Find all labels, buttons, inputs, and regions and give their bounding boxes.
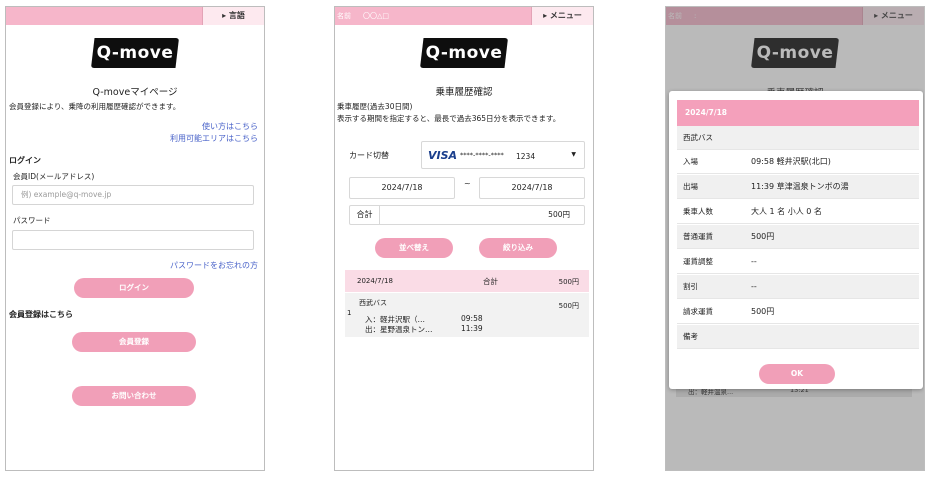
modal-detail-row: 備考 (677, 325, 919, 349)
date-from-input[interactable]: 2024/7/18 (349, 177, 455, 199)
ride-history-screen: 名前 〇〇△□ ▸ メニュー Q-move 乗車履歴確認 乗車履歴(過去30日間)… (334, 6, 594, 471)
modal-detail-row: 普通運賃 500円 (677, 225, 919, 249)
howto-link[interactable]: 使い方はこちら (202, 121, 258, 132)
login-screen: ▸ 言語 Q-move Q-moveマイページ 会員登録により、乗降の利用履歴確… (5, 6, 265, 471)
modal-detail-label: 入場 (683, 157, 698, 166)
sort-button[interactable]: 並べ替え (375, 238, 453, 258)
modal-detail-label: 普通運賃 (683, 232, 713, 241)
modal-detail-row: 入場 09:58 軽井沢駅(北口) (677, 150, 919, 174)
history-list-header: 2024/7/18 合計 500円 (345, 270, 589, 292)
qmove-logo: Q-move (91, 38, 179, 68)
modal-detail-label: 出場 (683, 182, 698, 191)
total-row: 合計 500円 (349, 205, 585, 225)
header-bar: 名前 〇〇△□ ▸ メニュー (335, 7, 593, 25)
chevron-down-icon: ▼ (571, 151, 576, 158)
password-input[interactable] (12, 230, 254, 250)
visa-logo: VISA (428, 149, 458, 162)
item-in-time: 09:58 (461, 314, 483, 323)
modal-date: 2024/7/18 (685, 108, 728, 117)
modal-detail-row: 乗車人数 大人 1 名 小人 0 名 (677, 200, 919, 224)
list-date: 2024/7/18 (357, 277, 393, 285)
modal-detail-label: 請求運賃 (683, 307, 713, 316)
card-last4: 1234 (516, 152, 536, 161)
modal-company-row: 西武バス (677, 126, 919, 150)
total-value: 500円 (548, 210, 570, 219)
modal-detail-row: 運賃調整 -- (677, 250, 919, 274)
modal-date-header: 2024/7/18 (677, 100, 919, 126)
modal-detail-value: -- (751, 257, 757, 266)
card-switch-label: カード切替 (349, 151, 389, 160)
date-to-input[interactable]: 2024/7/18 (479, 177, 585, 199)
modal-detail-value: 09:58 軽井沢駅(北口) (751, 157, 831, 166)
header-bar: ▸ 言語 (6, 7, 264, 25)
modal-detail-label: 備考 (683, 332, 698, 341)
card-select[interactable]: VISA ****-****-**** 1234 ▼ (421, 141, 585, 169)
intro-text: 会員登録により、乗降の利用履歴確認ができます。 (9, 102, 181, 111)
ride-detail-modal: 2024/7/18 西武バス 入場 09:58 軽井沢駅(北口) 出場 11:39 草… (669, 91, 923, 389)
item-out-time: 11:39 (461, 324, 483, 333)
modal-detail-value: 500円 (751, 232, 775, 241)
list-total-label: 合計 (483, 277, 498, 286)
modal-detail-value: -- (751, 282, 757, 291)
area-link[interactable]: 利用可能エリアはこちら (170, 133, 258, 144)
register-button[interactable]: 会員登録 (72, 332, 196, 352)
page-title: 乗車履歴確認 (435, 87, 493, 98)
modal-company: 西武バス (683, 133, 713, 142)
history-desc-1: 乗車履歴(過去30日間) (337, 102, 413, 111)
total-label: 合計 (350, 206, 380, 224)
modal-detail-row: 出場 11:39 草津温泉トンボの湯 (677, 175, 919, 199)
forgot-password-link[interactable]: パスワードをお忘れの方 (170, 260, 258, 271)
member-id-label: 会員ID(メールアドレス) (13, 172, 95, 181)
history-list-item[interactable]: 西武バス 500円 1 入：軽井沢駅（… 09:58 出：星野温泉トン… 11:… (345, 293, 589, 337)
login-heading: ログイン (9, 156, 41, 165)
item-amount: 500円 (558, 302, 579, 310)
contact-button[interactable]: お問い合わせ (72, 386, 196, 406)
ok-button[interactable]: OK (759, 364, 835, 384)
menu-button[interactable]: ▸ メニュー (531, 7, 593, 25)
qmove-logo: Q-move (420, 38, 508, 68)
modal-detail-value: 11:39 草津温泉トンボの湯 (751, 182, 849, 191)
modal-detail-value: 500円 (751, 307, 775, 316)
card-mask: ****-****-**** (460, 151, 504, 159)
user-name: 名前 〇〇△□ (337, 7, 389, 25)
member-id-input[interactable]: 例) example@q-move.jp (12, 185, 254, 205)
date-separator: ~ (464, 179, 471, 188)
page-title: Q-moveマイページ (92, 87, 178, 98)
item-company: 西武バス (359, 299, 387, 307)
modal-detail-label: 割引 (683, 282, 698, 291)
history-desc-2: 表示する期間を指定すると、最長で過去365日分を表示できます。 (337, 114, 561, 123)
modal-detail-row: 割引 -- (677, 275, 919, 299)
modal-detail-label: 運賃調整 (683, 257, 713, 266)
modal-detail-label: 乗車人数 (683, 207, 713, 216)
ride-detail-screen: 名前: ▸ メニュー Q-move 乗車履歴確認 出：軽井温泉... 13:21… (665, 6, 925, 471)
name-label: 名前 (337, 12, 351, 20)
modal-detail-value: 大人 1 名 小人 0 名 (751, 207, 822, 216)
modal-detail-row: 請求運賃 500円 (677, 300, 919, 324)
password-label: パスワード (13, 216, 51, 225)
filter-button[interactable]: 絞り込み (479, 238, 557, 258)
register-heading: 会員登録はこちら (9, 310, 73, 319)
item-index: 1 (347, 309, 352, 317)
login-button[interactable]: ログイン (74, 278, 194, 298)
name-value: 〇〇△□ (363, 12, 389, 20)
language-menu-button[interactable]: ▸ 言語 (202, 7, 264, 25)
item-out-station: 出：星野温泉トン… (365, 325, 433, 334)
list-total-value: 500円 (558, 278, 579, 286)
